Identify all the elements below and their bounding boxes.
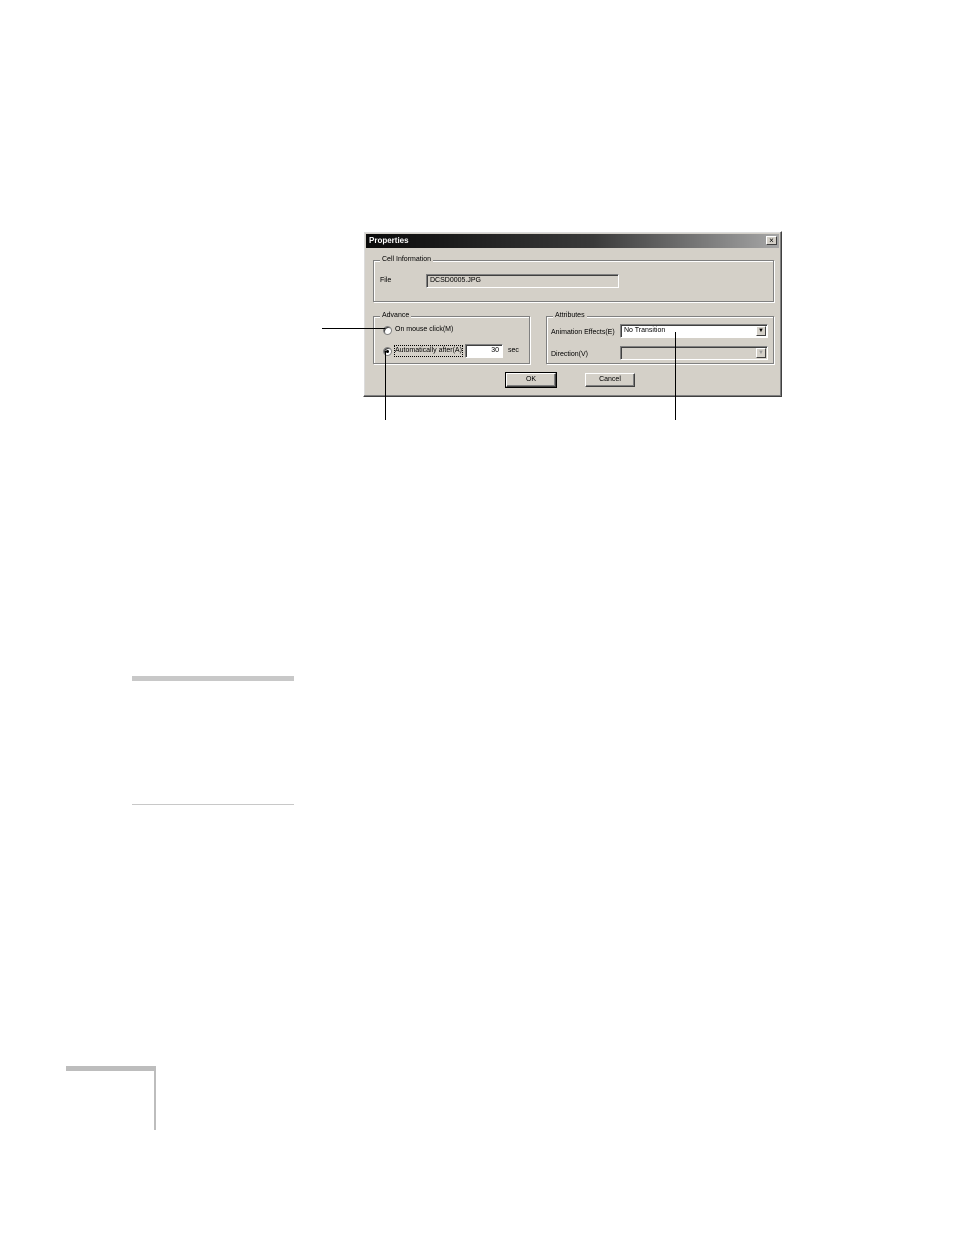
properties-dialog: Properties × Cell Information File DCSD0… bbox=[363, 231, 782, 397]
automatically-after-label[interactable]: Automatically after(A) bbox=[394, 345, 463, 357]
page-corner-rule-vertical bbox=[154, 1066, 156, 1130]
seconds-input[interactable]: 30 bbox=[465, 344, 503, 358]
animation-effects-label: Animation Effects(E) bbox=[551, 329, 615, 336]
attributes-legend: Attributes bbox=[553, 311, 587, 321]
direction-select: ▼ bbox=[620, 346, 768, 360]
cell-information-legend: Cell Information bbox=[380, 255, 434, 265]
on-mouse-click-label[interactable]: On mouse click(M) bbox=[395, 325, 453, 335]
animation-effects-select[interactable]: No Transition ▼ bbox=[620, 324, 768, 338]
ok-button[interactable]: OK bbox=[505, 372, 557, 388]
cancel-button[interactable]: Cancel bbox=[585, 373, 635, 387]
dialog-title: Properties bbox=[369, 236, 409, 245]
close-icon[interactable]: × bbox=[766, 236, 777, 245]
callout-line-automatic bbox=[385, 351, 386, 420]
cell-information-group: Cell Information File DCSD0005.JPG bbox=[373, 255, 774, 302]
chevron-down-icon: ▼ bbox=[756, 348, 766, 358]
page-corner-rule-horizontal bbox=[66, 1066, 156, 1071]
file-field: DCSD0005.JPG bbox=[426, 274, 619, 288]
attributes-group: Attributes Animation Effects(E) No Trans… bbox=[546, 311, 774, 364]
title-bar[interactable]: Properties × bbox=[366, 234, 779, 248]
direction-label: Direction(V) bbox=[551, 351, 588, 358]
chevron-down-icon[interactable]: ▼ bbox=[756, 326, 766, 336]
animation-effects-value: No Transition bbox=[624, 327, 666, 334]
advance-group: Advance On mouse click(M) Automatically … bbox=[373, 311, 530, 364]
file-label: File bbox=[380, 277, 392, 284]
note-top-rule bbox=[132, 676, 294, 681]
seconds-unit-label: sec bbox=[508, 347, 519, 354]
radio-selected-dot bbox=[386, 350, 389, 353]
advance-legend: Advance bbox=[380, 311, 412, 321]
callout-line-animation-effects bbox=[675, 332, 676, 420]
callout-line-mouse-click bbox=[322, 328, 385, 329]
note-bottom-rule bbox=[132, 804, 294, 805]
